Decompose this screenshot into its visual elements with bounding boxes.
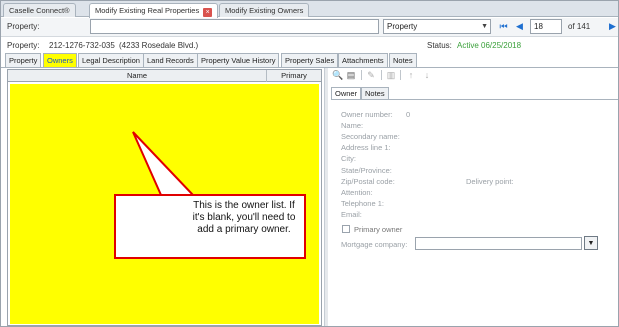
tab-property-value-history[interactable]: Property Value History bbox=[197, 53, 280, 67]
property-search-bar: Property: Property ▼ ⏮ ◀ 18 of 141 ▶ bbox=[1, 18, 618, 37]
tab-label: Attachments bbox=[342, 56, 384, 65]
tab-label: Caselle Connect® bbox=[9, 6, 70, 15]
tab-label: Notes bbox=[365, 89, 385, 98]
record-number-input[interactable]: 18 bbox=[530, 19, 562, 34]
tab-label: Modify Existing Real Properties bbox=[95, 6, 200, 15]
tab-owners[interactable]: Owners bbox=[43, 53, 77, 67]
address-line-1-label: Address line 1: bbox=[341, 143, 391, 152]
new-document-icon[interactable]: ▤ bbox=[346, 70, 356, 80]
tab-notes[interactable]: Notes bbox=[389, 53, 417, 67]
primary-owner-checkbox[interactable] bbox=[342, 225, 350, 233]
property-search-input[interactable] bbox=[90, 19, 379, 34]
delete-icon[interactable]: ▥ bbox=[386, 70, 396, 80]
chevron-down-icon: ▼ bbox=[481, 23, 488, 30]
city-label: City: bbox=[341, 154, 356, 163]
chevron-down-icon: ▼ bbox=[587, 240, 595, 247]
status-label: Status: bbox=[427, 41, 452, 50]
tab-label: Owners bbox=[47, 56, 73, 65]
record-total: of 141 bbox=[568, 22, 591, 31]
next-record-icon[interactable]: ▶ bbox=[607, 21, 618, 32]
owner-toolbar: 🔍 ▤ ✎ ▥ ↑ ↓ bbox=[330, 69, 618, 82]
toolbar-separator bbox=[381, 70, 382, 80]
owner-list-header: Name Primary bbox=[8, 70, 321, 82]
move-up-icon[interactable]: ↑ bbox=[406, 70, 416, 80]
tab-label: Property Value History bbox=[201, 56, 276, 65]
tab-label: Owner bbox=[335, 89, 358, 98]
binoculars-icon[interactable]: 🔍 bbox=[332, 70, 343, 80]
previous-record-icon[interactable]: ◀ bbox=[514, 21, 525, 32]
tab-owner[interactable]: Owner bbox=[331, 87, 362, 99]
name-label: Name: bbox=[341, 121, 364, 130]
delivery-point-label: Delivery point: bbox=[466, 177, 514, 186]
tab-divider bbox=[1, 67, 618, 68]
tab-modify-existing-real-properties[interactable]: Modify Existing Real Properties × bbox=[89, 3, 219, 18]
detail-tab-divider bbox=[331, 99, 618, 100]
mortgage-company-label: Mortgage company: bbox=[341, 240, 408, 249]
tab-attachments[interactable]: Attachments bbox=[338, 53, 388, 67]
toolbar-separator bbox=[400, 70, 401, 80]
owner-list[interactable]: Name Primary bbox=[7, 69, 322, 326]
property-address: (4233 Rosedale Blvd.) bbox=[119, 41, 199, 50]
property-info-label: Property: bbox=[7, 41, 40, 50]
toolbar-separator bbox=[361, 70, 362, 80]
primary-owner-label: Primary owner bbox=[354, 225, 403, 234]
application-window: Caselle Connect® Modify Existing Real Pr… bbox=[0, 0, 619, 327]
zip-postal-code-label: Zip/Postal code: bbox=[341, 177, 395, 186]
tab-label: Modify Existing Owners bbox=[225, 6, 304, 15]
window-tab-strip: Caselle Connect® Modify Existing Real Pr… bbox=[1, 1, 618, 18]
tab-caselle-connect[interactable]: Caselle Connect® bbox=[3, 3, 76, 17]
property-info-row: Property: 212-1276-732-035 (4233 Rosedal… bbox=[1, 38, 618, 52]
telephone-1-label: Telephone 1: bbox=[341, 199, 384, 208]
tab-legal-description[interactable]: Legal Description bbox=[78, 53, 144, 67]
tab-modify-existing-owners[interactable]: Modify Existing Owners bbox=[219, 3, 310, 17]
close-icon[interactable]: × bbox=[203, 8, 213, 17]
tab-label: Land Records bbox=[147, 56, 194, 65]
secondary-name-label: Secondary name: bbox=[341, 132, 400, 141]
panel-splitter[interactable] bbox=[324, 68, 328, 326]
tab-owner-notes[interactable]: Notes bbox=[361, 87, 389, 99]
edit-pencil-icon[interactable]: ✎ bbox=[366, 70, 376, 80]
email-label: Email: bbox=[341, 210, 362, 219]
property-type-value: Property bbox=[387, 22, 418, 31]
tab-property-sales[interactable]: Property Sales bbox=[281, 53, 339, 67]
tab-label: Property Sales bbox=[285, 56, 335, 65]
move-down-icon[interactable]: ↓ bbox=[422, 70, 432, 80]
attention-label: Attention: bbox=[341, 188, 373, 197]
mortgage-company-dropdown-button[interactable]: ▼ bbox=[584, 236, 598, 250]
property-id: 212-1276-732-035 bbox=[49, 41, 115, 50]
state-province-label: State/Province: bbox=[341, 166, 392, 175]
tab-label: Notes bbox=[393, 56, 413, 65]
tab-land-records[interactable]: Land Records bbox=[143, 53, 198, 67]
property-type-select[interactable]: Property ▼ bbox=[383, 19, 491, 34]
status-value: Active 06/25/2018 bbox=[457, 41, 522, 50]
callout-text: This is the owner list. If it's blank, y… bbox=[192, 200, 296, 235]
tab-label: Property bbox=[9, 56, 38, 65]
tab-label: Legal Description bbox=[82, 56, 140, 65]
owner-number-value: 0 bbox=[406, 110, 411, 119]
mortgage-company-input[interactable] bbox=[415, 237, 582, 250]
column-header-name[interactable]: Name bbox=[8, 70, 267, 82]
first-record-icon[interactable]: ⏮ bbox=[498, 21, 509, 32]
column-header-primary[interactable]: Primary bbox=[267, 70, 321, 82]
tab-property[interactable]: Property bbox=[5, 53, 42, 67]
owner-number-label: Owner number: bbox=[341, 110, 393, 119]
property-search-label: Property: bbox=[7, 22, 40, 31]
